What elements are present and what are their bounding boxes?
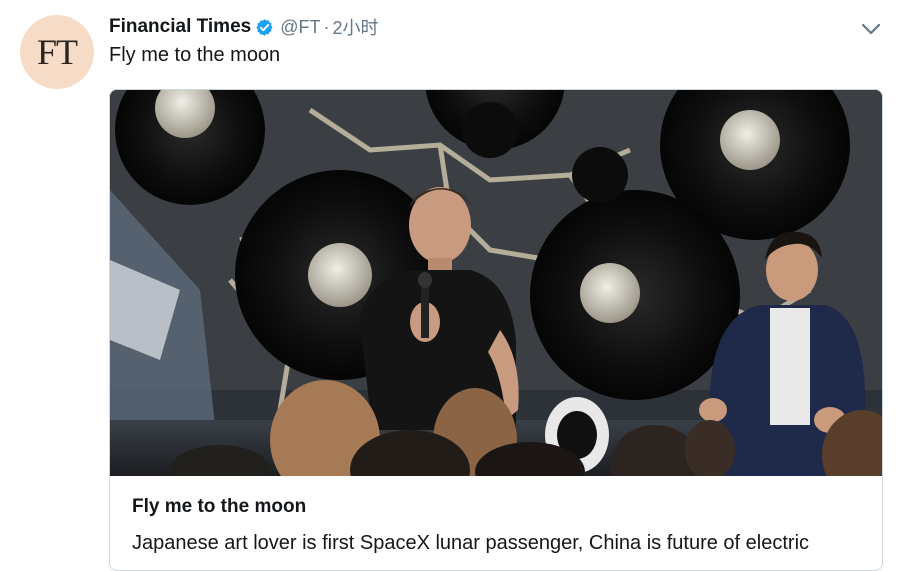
card-description: Japanese art lover is first SpaceX lunar… <box>132 532 810 554</box>
avatar[interactable]: FT <box>20 15 94 89</box>
tweet-text: Fly me to the moon <box>109 44 281 66</box>
author-handle[interactable]: @FT <box>280 17 320 38</box>
link-card[interactable]: Fly me to the moon Japanese art lover is… <box>109 89 883 571</box>
avatar-logo-text: FT <box>36 32 78 72</box>
card-title: Fly me to the moon <box>132 496 307 517</box>
tweet-header: Financial Times @FT · 2小时 <box>109 13 378 41</box>
tweet[interactable]: FT Financial Times @FT · 2小时 Fly me to t… <box>0 0 902 571</box>
card-image[interactable] <box>110 90 882 476</box>
timestamp[interactable]: 2小时 <box>332 14 378 40</box>
chevron-down-icon[interactable] <box>858 17 884 41</box>
verified-badge-icon <box>256 18 273 36</box>
author-name[interactable]: Financial Times <box>109 16 251 38</box>
separator-dot: · <box>323 16 330 37</box>
